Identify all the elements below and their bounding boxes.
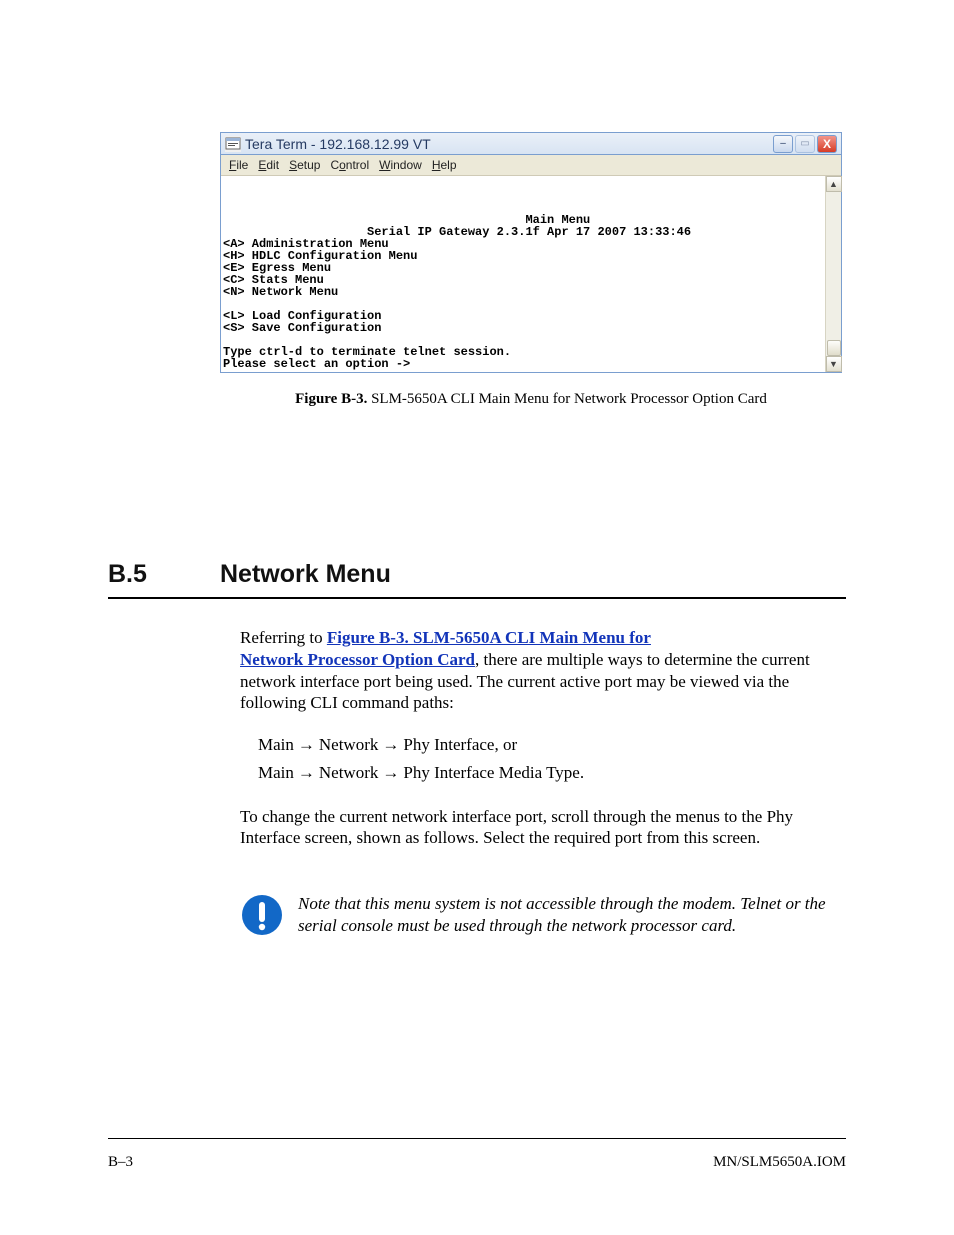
- menu-setup[interactable]: Setup: [289, 158, 320, 172]
- menu-window[interactable]: Window: [379, 158, 422, 172]
- menu-bar: File Edit Setup Control Window Help: [221, 155, 841, 176]
- nav-path-2: Main→Network→Phy Interface Media Type.: [258, 762, 840, 784]
- figure-caption: Figure B-3. SLM-5650A CLI Main Menu for …: [220, 391, 842, 408]
- scroll-thumb[interactable]: [827, 340, 841, 356]
- page-footer: B–3 MN/SLM5650A.IOM: [108, 1154, 846, 1171]
- app-icon: [225, 136, 241, 152]
- minimize-button[interactable]: –: [773, 135, 793, 153]
- scroll-down-button[interactable]: ▼: [826, 356, 842, 372]
- important-icon: [240, 893, 284, 937]
- vertical-scrollbar[interactable]: ▲ ▼: [825, 176, 841, 372]
- menu-edit[interactable]: Edit: [258, 158, 279, 172]
- window-title: Tera Term - 192.168.12.99 VT: [245, 136, 773, 152]
- window-buttons: – ▭ X: [773, 135, 837, 153]
- terminal-output[interactable]: Main Menu Serial IP Gateway 2.3.1f Apr 1…: [221, 176, 825, 372]
- terminal-client-area: Main Menu Serial IP Gateway 2.3.1f Apr 1…: [221, 176, 841, 372]
- doc-id: MN/SLM5650A.IOM: [713, 1154, 846, 1171]
- arrow-icon: →: [382, 763, 399, 782]
- menu-control[interactable]: Control: [330, 158, 369, 172]
- menu-help[interactable]: Help: [432, 158, 457, 172]
- close-button[interactable]: X: [817, 135, 837, 153]
- paragraph-2: To change the current network interface …: [240, 806, 840, 850]
- scroll-up-button[interactable]: ▲: [826, 176, 842, 192]
- arrow-icon: →: [298, 763, 315, 782]
- note-text: Note that this menu system is not access…: [298, 893, 840, 937]
- nav-path-1: Main→Network→Phy Interface, or: [258, 734, 840, 756]
- section-number: B.5: [108, 560, 220, 589]
- term-item-save: <S> Save Configuration: [223, 321, 381, 335]
- term-instr2: Please select an option ->: [223, 357, 410, 371]
- menu-file[interactable]: File: [229, 158, 248, 172]
- footer-rule: [108, 1138, 846, 1139]
- figure-caption-text: SLM-5650A CLI Main Menu for Network Proc…: [367, 391, 767, 407]
- paragraph-1: Referring to Figure B-3. SLM-5650A CLI M…: [240, 627, 840, 714]
- figure-label: Figure B-3.: [295, 391, 367, 407]
- section-title: Network Menu: [220, 560, 391, 589]
- arrow-icon: →: [382, 735, 399, 754]
- arrow-icon: →: [298, 735, 315, 754]
- terminal-window: Tera Term - 192.168.12.99 VT – ▭ X File …: [220, 132, 842, 373]
- term-item-network: <N> Network Menu: [223, 285, 338, 299]
- body-text: Referring to Figure B-3. SLM-5650A CLI M…: [240, 627, 840, 849]
- window-titlebar: Tera Term - 192.168.12.99 VT – ▭ X: [221, 133, 841, 155]
- section-heading: B.5 Network Menu: [108, 560, 846, 589]
- page-number: B–3: [108, 1154, 133, 1171]
- section-rule: [108, 597, 846, 599]
- maximize-button[interactable]: ▭: [795, 135, 815, 153]
- important-note: Note that this menu system is not access…: [240, 893, 840, 937]
